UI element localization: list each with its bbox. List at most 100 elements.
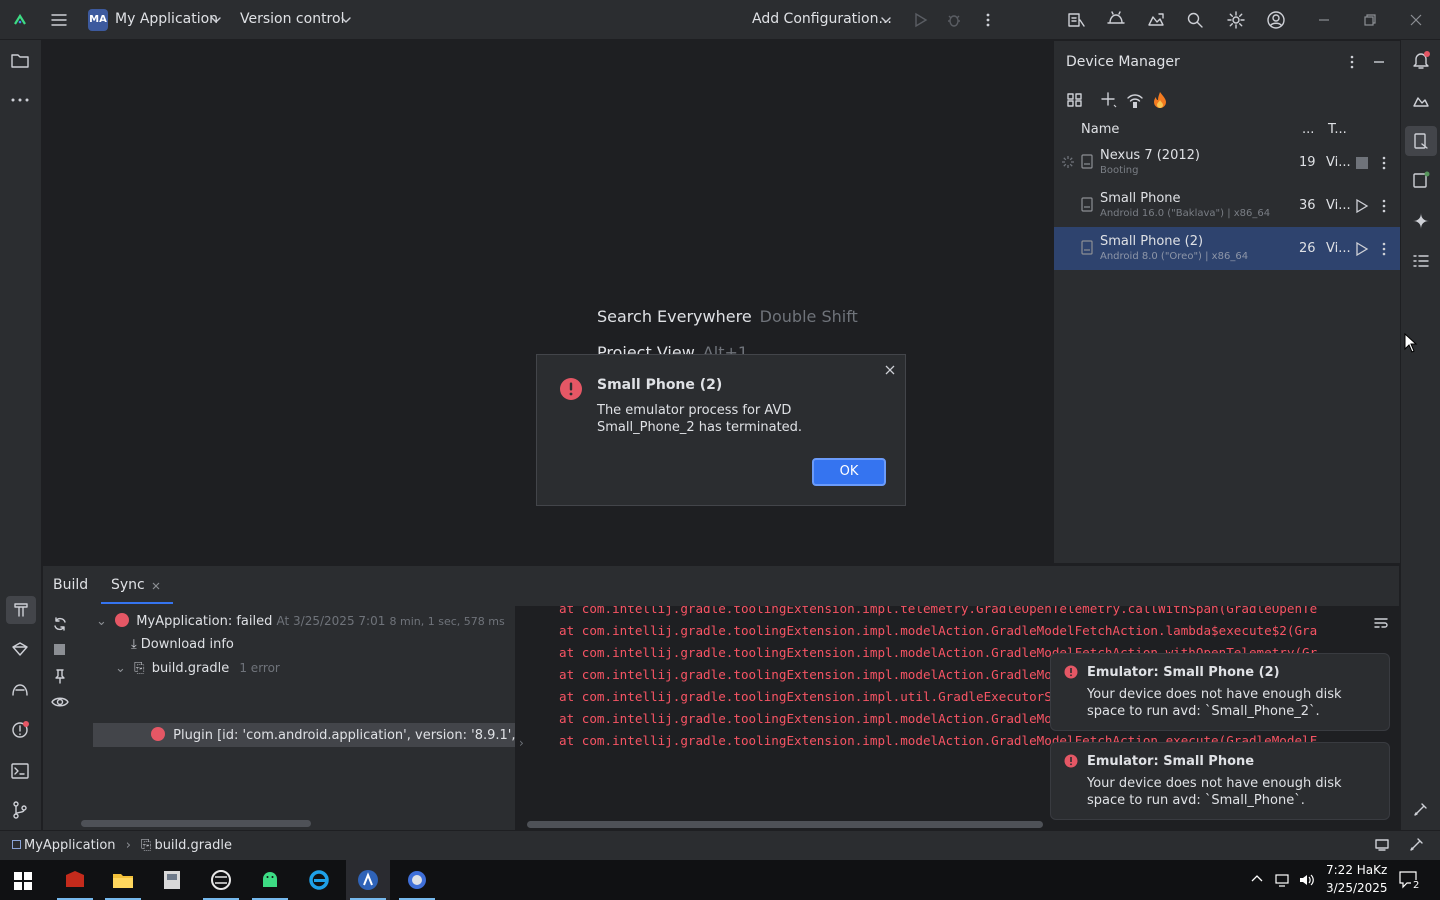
device-manager-2-icon[interactable] xyxy=(1411,171,1431,189)
run-icon[interactable] xyxy=(912,12,928,28)
pin-icon[interactable] xyxy=(53,668,67,684)
horizontal-scrollbar[interactable] xyxy=(527,821,1043,828)
tab-build[interactable]: Build xyxy=(53,577,88,593)
app-icon-4[interactable] xyxy=(199,860,243,900)
device-manager-tool-icon[interactable] xyxy=(1405,126,1437,156)
download-icon: ⤓ xyxy=(131,637,137,652)
device-manager-panel: Device Manager Name ... T... Nexus 7 (20… xyxy=(1054,41,1400,563)
row-menu-icon[interactable] xyxy=(1379,198,1389,214)
soft-wrap-icon[interactable] xyxy=(1373,616,1389,630)
windows-start-icon[interactable] xyxy=(14,872,32,890)
app-icon-3[interactable] xyxy=(150,860,194,900)
chevron-down-icon[interactable] xyxy=(340,15,352,25)
ok-button[interactable]: OK xyxy=(812,458,886,486)
project-badge[interactable]: MA xyxy=(88,9,108,31)
close-tab-icon[interactable] xyxy=(151,581,161,591)
group-by-icon[interactable] xyxy=(1066,91,1084,109)
breadcrumb-item[interactable]: build.gradle xyxy=(154,838,232,853)
rerun-icon[interactable] xyxy=(52,616,68,632)
hide-panel-icon[interactable] xyxy=(1372,55,1386,69)
chevron-down-icon[interactable] xyxy=(210,15,222,25)
network-icon[interactable] xyxy=(1274,872,1292,888)
start-device-icon[interactable] xyxy=(1355,241,1369,257)
column-header-type[interactable]: T... xyxy=(1328,122,1347,137)
view-icon[interactable] xyxy=(51,695,69,709)
clock-date[interactable]: 3/25/2025 xyxy=(1326,881,1388,895)
column-header-name[interactable]: Name xyxy=(1081,122,1119,137)
search-icon[interactable] xyxy=(1186,11,1204,29)
minimize-icon[interactable] xyxy=(1316,12,1332,28)
device-row-selected[interactable]: Small Phone (2) Android 8.0 ("Oreo") | x… xyxy=(1054,227,1400,270)
gradle-icon[interactable] xyxy=(10,640,30,658)
restore-icon[interactable] xyxy=(1362,12,1378,28)
breadcrumb-item[interactable]: MyApplication xyxy=(24,838,116,853)
settings-icon[interactable] xyxy=(1226,10,1246,30)
more-tools-icon[interactable] xyxy=(10,95,30,105)
chevron-down-icon[interactable] xyxy=(880,15,892,25)
version-control-icon[interactable] xyxy=(10,800,30,820)
chevron-down-icon[interactable]: ⌄ xyxy=(96,614,108,629)
tree-row-gradle-file[interactable]: ⌄ ⎘ build.gradle 1 error xyxy=(115,661,280,676)
running-devices-icon[interactable] xyxy=(1411,92,1431,110)
run-config-selector[interactable]: Add Configuration... xyxy=(752,11,892,27)
close-icon[interactable] xyxy=(883,363,897,377)
sdk-manager-icon[interactable] xyxy=(1066,11,1086,29)
notification-balloon[interactable]: Emulator: Small Phone (2) Your device do… xyxy=(1050,653,1390,731)
gemini-icon[interactable] xyxy=(1411,212,1431,230)
vcs-widget[interactable]: Version control xyxy=(240,11,344,27)
android-studio-taskbar-icon[interactable] xyxy=(346,860,390,900)
file-explorer-icon[interactable] xyxy=(101,860,145,900)
app-icon-1[interactable] xyxy=(53,860,97,900)
stop-build-icon[interactable] xyxy=(54,644,65,655)
clock-time[interactable]: 7:22 HaKz xyxy=(1326,863,1387,877)
close-window-icon[interactable] xyxy=(1408,12,1424,28)
structure-icon[interactable] xyxy=(1411,252,1431,270)
wifi-pair-icon[interactable] xyxy=(1126,91,1144,109)
root-duration: 8 min, 1 sec, 578 ms xyxy=(389,615,505,628)
debug-icon[interactable] xyxy=(946,12,962,28)
gradle-file-label: build.gradle xyxy=(151,661,230,676)
emulator-taskbar-icon[interactable] xyxy=(395,860,439,900)
more-actions-icon[interactable] xyxy=(982,12,994,28)
device-api: 26 xyxy=(1299,241,1316,256)
tab-sync[interactable]: Sync xyxy=(111,577,145,593)
notification-balloon[interactable]: Emulator: Small Phone Your device does n… xyxy=(1050,742,1390,820)
project-name[interactable]: My Application xyxy=(115,11,218,27)
build-tool-icon[interactable] xyxy=(6,596,36,624)
start-device-icon[interactable] xyxy=(1355,198,1369,214)
notifications-icon[interactable] xyxy=(1411,50,1431,70)
row-menu-icon[interactable] xyxy=(1379,241,1389,257)
horizontal-scrollbar[interactable] xyxy=(81,820,311,827)
internet-explorer-icon[interactable] xyxy=(297,860,341,900)
device-row[interactable]: Small Phone Android 16.0 ("Baklava") | x… xyxy=(1054,184,1400,227)
layout-icon[interactable] xyxy=(1411,800,1431,818)
firebase-icon[interactable] xyxy=(1152,91,1168,109)
app-inspection-icon[interactable] xyxy=(1106,11,1126,29)
main-menu-icon[interactable] xyxy=(50,12,68,28)
gradle-error-count: 1 error xyxy=(239,661,280,675)
device-explorer-icon[interactable] xyxy=(10,680,30,698)
device-row[interactable]: Nexus 7 (2012) Booting 19 Vi... xyxy=(1054,141,1400,184)
error-icon xyxy=(151,727,165,741)
problems-icon[interactable] xyxy=(10,720,30,740)
device-mirroring-icon[interactable] xyxy=(1146,11,1166,29)
search-everywhere-hint: Search Everywhere Double Shift xyxy=(597,307,858,326)
row-menu-icon[interactable] xyxy=(1379,155,1389,171)
show-hidden-icons-icon[interactable] xyxy=(1250,872,1264,886)
project-tool-icon[interactable] xyxy=(10,52,30,70)
volume-icon[interactable] xyxy=(1298,872,1316,888)
android-app-icon[interactable] xyxy=(248,860,292,900)
stop-icon[interactable] xyxy=(1356,157,1368,169)
status-bar: MyApplication › ⎘ build.gradle xyxy=(0,830,1440,860)
tree-row-root[interactable]: ⌄ MyApplication: failed At 3/25/2025 7:0… xyxy=(96,613,505,629)
tree-row-plugin-error[interactable]: Plugin [id: 'com.android.application', v… xyxy=(151,727,544,743)
memory-indicator-icon[interactable] xyxy=(1374,838,1390,852)
options-icon[interactable] xyxy=(1346,54,1358,70)
chevron-down-icon[interactable]: ⌄ xyxy=(115,661,127,676)
power-save-icon[interactable] xyxy=(1408,837,1424,853)
terminal-icon[interactable] xyxy=(10,762,30,780)
tree-row-download[interactable]: ⤓ Download info xyxy=(131,637,234,652)
add-device-icon[interactable] xyxy=(1100,91,1118,109)
column-header-api[interactable]: ... xyxy=(1302,122,1314,137)
account-icon[interactable] xyxy=(1266,10,1286,30)
